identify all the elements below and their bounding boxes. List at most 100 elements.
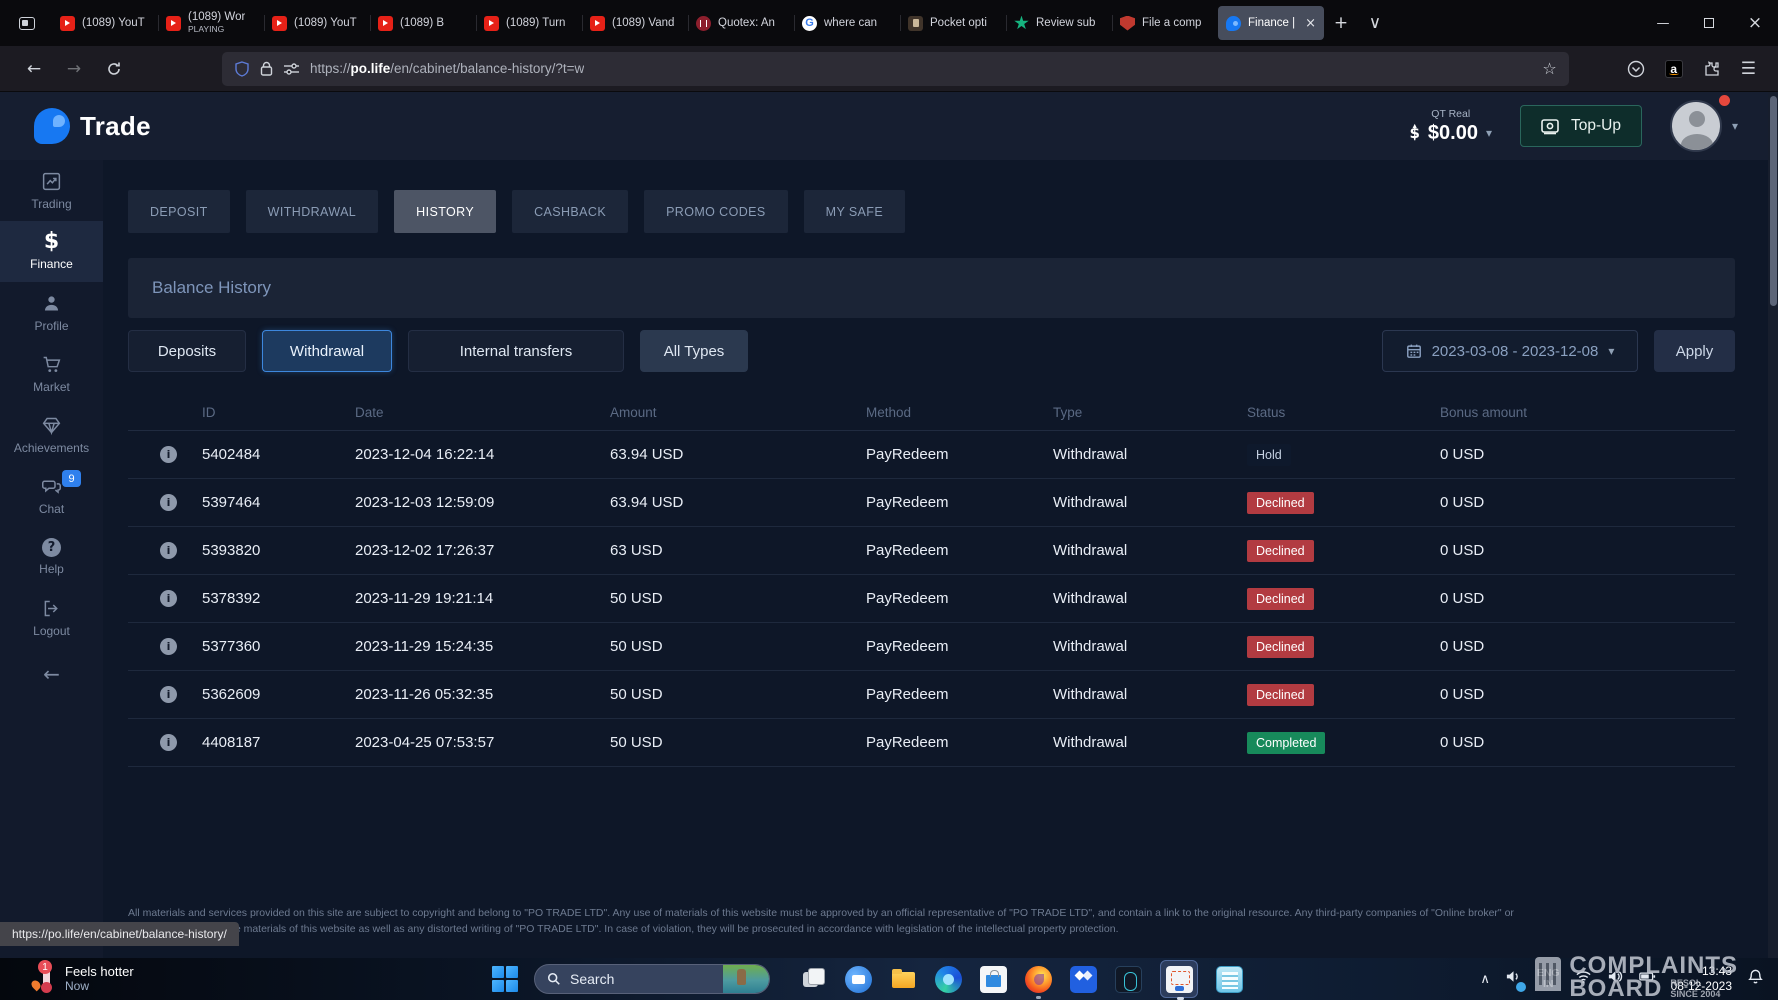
tab-cashback[interactable]: CASHBACK [512,190,628,233]
microsoft-store-icon[interactable] [980,966,1007,993]
info-icon[interactable]: i [160,638,177,655]
permissions-sliders-icon[interactable] [283,62,300,76]
cell-date: 2023-11-29 15:24:35 [355,638,610,655]
chat-app-icon[interactable] [845,966,872,993]
file-explorer-icon[interactable] [890,966,917,993]
address-bar[interactable]: https://po.life/en/cabinet/balance-histo… [222,52,1569,86]
thermometer-icon: 1 [34,964,56,994]
extensions-puzzle-icon[interactable] [1703,60,1721,78]
tab-title: (1089) YouT [294,17,357,29]
browser-tab-11[interactable]: File a comp [1112,6,1218,40]
status-badge: Declined [1247,684,1314,706]
info-icon[interactable]: i [160,494,177,511]
snipping-tool-active[interactable] [1160,960,1198,998]
browser-tab-7[interactable]: Quotex: An [688,6,794,40]
sidebar-item-market[interactable]: Market [0,343,103,404]
sidebar-item-profile[interactable]: Profile [0,282,103,343]
info-icon[interactable]: i [160,590,177,607]
window-maximize-button[interactable] [1686,0,1732,46]
taskbar-search[interactable]: Search [534,964,770,994]
tab-withdrawal[interactable]: WITHDRAWAL [246,190,379,233]
cell-amount: 63.94 USD [610,494,866,511]
page-scrollbar[interactable] [1768,92,1778,958]
windows-start-button[interactable] [492,966,518,992]
browser-tab-3[interactable]: (1089) YouT [264,6,370,40]
reload-icon [106,61,122,77]
sidebar-item-achievements[interactable]: Achievements [0,404,103,465]
scrollbar-thumb[interactable] [1770,96,1777,306]
cell-id: 4408187 [202,734,355,751]
sidebar-item-finance[interactable]: $ Finance [0,221,103,282]
filter-all-types[interactable]: All Types [640,330,748,372]
info-icon[interactable]: i [160,686,177,703]
tab-close-icon[interactable]: × [1305,16,1316,31]
forward-button[interactable]: → [54,52,94,86]
sidebar-collapse-arrow[interactable]: ← [0,648,103,700]
tab-promo-codes[interactable]: PROMO CODES [644,190,788,233]
apply-button[interactable]: Apply [1654,330,1735,372]
browser-tab-10[interactable]: Review sub [1006,6,1112,40]
taskbar-weather-widget[interactable]: 1 Feels hotter Now [34,964,134,994]
tab-history[interactable]: HISTORY [394,190,496,233]
filter-withdrawal[interactable]: Withdrawal [262,330,392,372]
copilot-stack-icon[interactable] [800,966,827,993]
volume-notify-icon[interactable] [1505,968,1522,990]
filter-deposits[interactable]: Deposits [128,330,246,372]
sidebar-item-help[interactable]: ? Help [0,526,103,587]
tray-expand-icon[interactable]: ∧ [1480,972,1490,987]
speaker-icon[interactable] [1607,968,1624,990]
reload-button[interactable] [94,52,134,86]
taskbar-clock[interactable]: 13:43 08-12-2023 [1671,964,1732,994]
top-up-button[interactable]: Top-Up [1520,105,1642,147]
date-range-picker[interactable]: 2023-03-08 - 2023-12-08 ▾ [1382,330,1638,372]
cell-method: PayRedeem [866,686,1053,703]
language-indicator[interactable]: ENG IN [1537,968,1560,990]
amazon-extension-icon[interactable]: a [1665,60,1683,78]
tab-list-dropdown[interactable]: ∨ [1358,6,1392,40]
notifications-bell-icon[interactable] [1747,968,1764,990]
notepad-icon[interactable] [1216,966,1243,993]
browser-tab-6[interactable]: (1089) Vand [582,6,688,40]
browser-tab-1[interactable]: (1089) YouT [52,6,158,40]
browser-tab-4[interactable]: (1089) B [370,6,476,40]
browser-tab-5[interactable]: (1089) Turn [476,6,582,40]
browser-tab-9[interactable]: Pocket opti [900,6,1006,40]
info-icon[interactable]: i [160,734,177,751]
sidebar-item-trading[interactable]: Trading [0,160,103,221]
chat-badge: 9 [62,470,81,487]
filter-internal-transfers[interactable]: Internal transfers [408,330,624,372]
firefox-icon[interactable] [1025,966,1052,993]
wifi-icon[interactable] [1575,968,1592,990]
menu-icon[interactable]: ☰ [1741,59,1756,79]
firefox-view-button[interactable] [12,8,42,38]
sidebar-item-chat[interactable]: 9 Chat [0,465,103,526]
sidebar-item-logout[interactable]: Logout [0,587,103,648]
info-icon[interactable]: i [160,542,177,559]
url-text[interactable]: https://po.life/en/cabinet/balance-histo… [310,61,584,76]
browser-tab-finance-active[interactable]: Finance | × [1218,6,1324,40]
window-close-button[interactable]: × [1732,0,1778,46]
battery-icon[interactable] [1639,968,1656,990]
edge-browser-icon[interactable] [935,966,962,993]
user-menu[interactable]: ▾ [1670,100,1738,152]
info-icon[interactable]: i [160,446,177,463]
pocket-icon[interactable] [1627,60,1645,78]
brand[interactable]: Trade [34,108,151,144]
bookmark-star-icon[interactable]: ☆ [1542,59,1556,78]
dropbox-icon[interactable] [1070,966,1097,993]
tab-title: (1089) YouT [82,17,145,29]
cell-bonus: 0 USD [1440,638,1735,655]
tab-my-safe[interactable]: MY SAFE [804,190,905,233]
new-tab-button[interactable]: + [1324,6,1358,40]
browser-tab-2[interactable]: (1089) Wor PLAYING [158,6,264,40]
col-id: ID [202,405,355,420]
mouse-utility-icon[interactable] [1115,966,1142,993]
cell-id: 5393820 [202,542,355,559]
back-button[interactable]: ← [14,52,54,86]
system-tray: ∧ ENG IN 13:43 08-12-2023 [1480,964,1764,994]
window-minimize-button[interactable]: — [1640,0,1686,46]
tab-deposit[interactable]: DEPOSIT [128,190,230,233]
browser-tab-8[interactable]: where can [794,6,900,40]
avatar[interactable] [1670,100,1722,152]
account-balance-selector[interactable]: QT Real ▲ $ ▼ $0.00 ▾ [1409,108,1492,145]
